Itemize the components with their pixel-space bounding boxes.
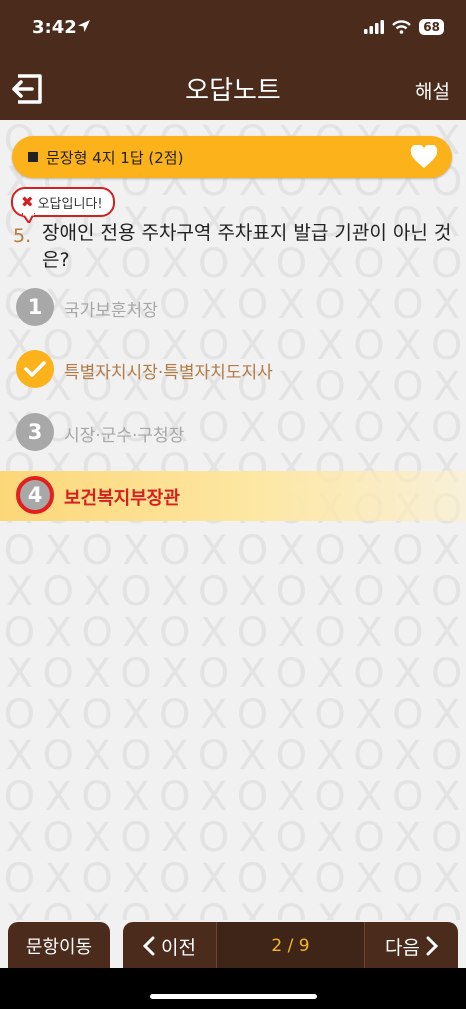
question-text: 장애인 전용 주차구역 주차표지 발급 기관이 아닌 것은? [42,222,452,271]
status-icons: 68 [364,19,444,35]
option-number-badge: 1 [16,288,54,326]
option-number-badge: 3 [16,413,54,451]
option-text: 특별자치시장·특별자치도지사 [64,363,273,383]
square-bullet-icon [28,152,38,162]
question-number: 5. [13,225,32,247]
checkmark-icon [16,350,54,388]
option-number-badge: 4 [16,476,54,514]
prev-button[interactable]: 이전 [123,922,216,970]
wrong-answer-text: 오답입니다! [37,196,103,212]
option-4-selected-wrong[interactable]: 4 보건복지부장관 [0,471,466,521]
heart-icon[interactable] [410,145,438,169]
signal-icon [364,20,385,34]
home-bar-area [0,968,466,1009]
question-move-button[interactable]: 문항이동 [8,922,110,970]
app-header: 3:42 68 오답노트 해설 [0,0,466,120]
battery-icon: 68 [419,19,444,35]
page-indicator: 2 / 9 [216,922,365,970]
question-type-bar: 문장형 4지 1답 (2점) [12,136,452,178]
x-icon: ✖ [21,193,34,211]
option-1[interactable]: 1 국가보훈처장 [0,284,466,330]
next-button[interactable]: 다음 [365,922,458,970]
chevron-right-icon [426,936,438,956]
bottom-navigation: 문항이동 이전 2 / 9 다음 [0,920,466,970]
page-title: 오답노트 [185,76,281,106]
option-text: 보건복지부장관 [64,488,180,509]
location-arrow-icon [78,20,90,32]
question-type-label: 문장형 4지 1답 (2점) [46,149,184,167]
status-time: 3:42 [32,17,77,38]
prev-label: 이전 [161,936,196,959]
option-3[interactable]: 3 시장·군수·구청장 [0,409,466,455]
option-text: 국가보훈처장 [64,301,158,321]
next-label: 다음 [385,936,420,959]
wifi-icon [392,20,412,34]
option-2-correct[interactable]: 특별자치시장·특별자치도지사 [0,346,466,392]
pager: 이전 2 / 9 다음 [123,922,458,970]
home-indicator[interactable] [150,994,317,999]
badge-tail [22,213,36,223]
explain-button[interactable]: 해설 [415,77,450,104]
chevron-left-icon [143,936,155,956]
option-text: 시장·군수·구청장 [64,426,185,446]
